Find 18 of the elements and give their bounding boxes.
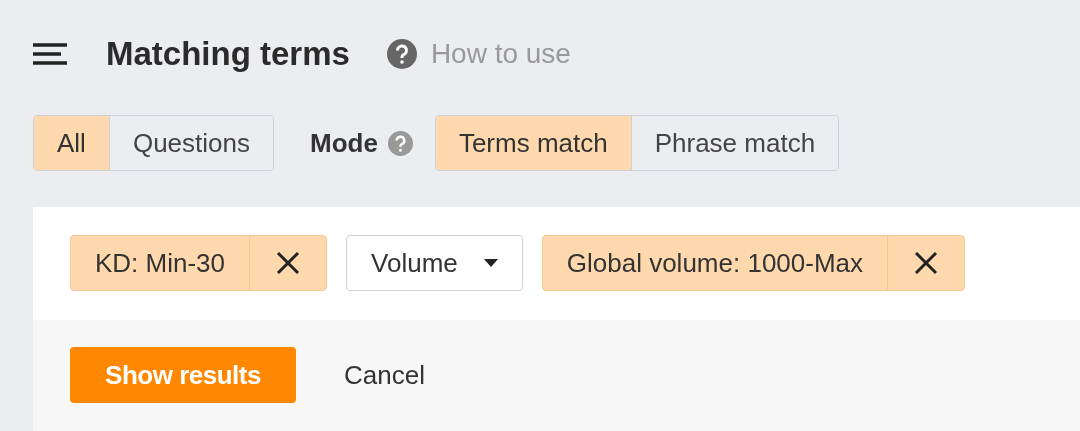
cancel-button[interactable]: Cancel — [344, 347, 425, 403]
help-icon — [387, 130, 413, 156]
volume-dropdown[interactable]: Volume — [346, 235, 523, 291]
mode-tab[interactable]: Terms match — [435, 116, 631, 170]
mode-tab[interactable]: Phrase match — [630, 116, 839, 170]
page-title: Matching terms — [106, 34, 350, 75]
filter-label: Global volume: 1000-Max — [565, 246, 865, 280]
filter-chip[interactable]: KD: Min-30 — [70, 235, 328, 291]
type-tab[interactable]: All — [34, 116, 109, 170]
help-icon — [386, 39, 417, 69]
close-icon — [914, 251, 939, 275]
filter-chip[interactable]: Global volume: 1000-Max — [541, 235, 966, 291]
filter-label: KD: Min-30 — [94, 246, 227, 280]
caret-icon — [483, 259, 498, 267]
type-tab[interactable]: Questions — [108, 116, 273, 170]
close-icon — [276, 251, 301, 275]
menu-icon[interactable] — [33, 42, 67, 66]
mode-label: Mode — [310, 126, 378, 160]
